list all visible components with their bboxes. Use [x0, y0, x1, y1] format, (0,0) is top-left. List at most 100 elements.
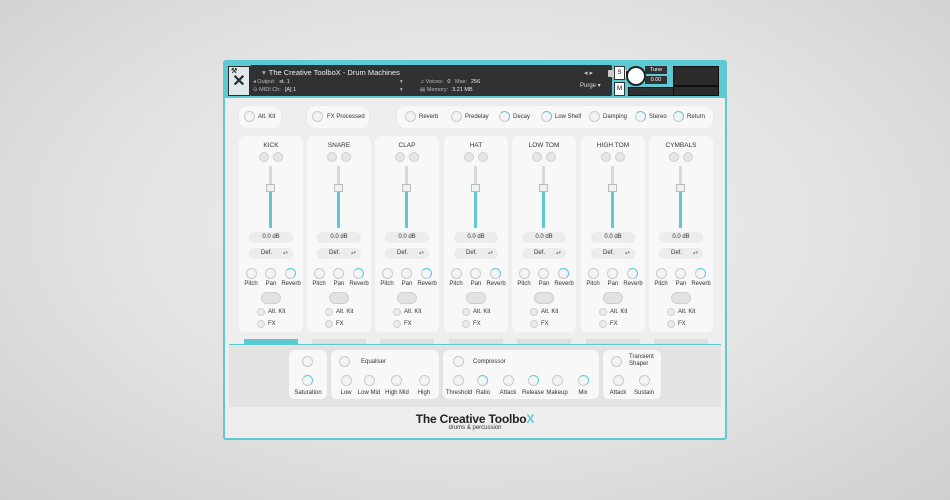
reverb-send-knob[interactable] [695, 268, 706, 279]
volume-fader-handle[interactable] [266, 184, 275, 192]
volume-readout[interactable]: 0.0 dB [385, 232, 429, 243]
articulation-selector[interactable]: Def. ▴▾ [591, 248, 635, 259]
volume-fader-handle[interactable] [539, 184, 548, 192]
articulation-selector[interactable]: Def. ▴▾ [385, 248, 429, 259]
alt-kit-radio[interactable] [257, 308, 265, 316]
return-knob[interactable] [673, 111, 684, 122]
mute-knob[interactable] [532, 152, 542, 162]
volume-readout[interactable]: 0.0 dB [249, 232, 293, 243]
ratio-knob[interactable] [477, 375, 488, 386]
output-dropdown-arrow[interactable]: ▾ [400, 79, 403, 85]
alt-kit-radio[interactable] [393, 308, 401, 316]
mute-button[interactable]: M [614, 82, 625, 96]
solo-knob[interactable] [546, 152, 556, 162]
fx-radio[interactable] [667, 320, 675, 328]
low-shelf-knob[interactable] [541, 111, 552, 122]
volume-fader-handle[interactable] [402, 184, 411, 192]
volume-fader-handle[interactable] [471, 184, 480, 192]
mute-knob[interactable] [395, 152, 405, 162]
solo-knob[interactable] [341, 152, 351, 162]
eq-low-mid-knob[interactable] [364, 375, 375, 386]
pitch-knob[interactable] [656, 268, 667, 279]
reverb-send-knob[interactable] [285, 268, 296, 279]
comp-attack-knob[interactable] [503, 375, 514, 386]
pitch-knob[interactable] [246, 268, 257, 279]
midi-dropdown-arrow[interactable]: ▾ [400, 87, 403, 93]
compressor-bypass-knob[interactable] [453, 356, 464, 367]
volume-readout[interactable]: 0.0 dB [522, 232, 566, 243]
channel-toggle[interactable] [534, 292, 554, 304]
solo-knob[interactable] [409, 152, 419, 162]
volume-readout[interactable]: 0.0 dB [317, 232, 361, 243]
predelay-knob[interactable] [451, 111, 462, 122]
volume-fader-handle[interactable] [608, 184, 617, 192]
alt-kit-radio[interactable] [462, 308, 470, 316]
pan-knob[interactable] [470, 268, 481, 279]
ts-attack-knob[interactable] [613, 375, 624, 386]
eq-low-knob[interactable] [341, 375, 352, 386]
pan-knob[interactable] [265, 268, 276, 279]
eq-high-knob[interactable] [419, 375, 430, 386]
reverb-send-knob[interactable] [421, 268, 432, 279]
prev-next-arrows[interactable]: ◂ ▸ [584, 69, 593, 77]
alt-kit-radio[interactable] [667, 308, 675, 316]
fx-radio[interactable] [462, 320, 470, 328]
reverb-knob[interactable] [405, 111, 416, 122]
articulation-selector[interactable]: Def. ▴▾ [659, 248, 703, 259]
pitch-knob[interactable] [519, 268, 530, 279]
decay-knob[interactable] [499, 111, 510, 122]
pan-knob[interactable] [538, 268, 549, 279]
stereo-knob[interactable] [635, 111, 646, 122]
volume-fader-handle[interactable] [334, 184, 343, 192]
saturation-bypass-knob[interactable] [302, 356, 313, 367]
reverb-send-knob[interactable] [490, 268, 501, 279]
channel-toggle[interactable] [261, 292, 281, 304]
volume-readout[interactable]: 0.0 dB [659, 232, 703, 243]
pan-knob[interactable] [401, 268, 412, 279]
tune-value[interactable]: 0.00 [645, 76, 667, 84]
pan-knob[interactable] [607, 268, 618, 279]
transient-bypass-knob[interactable] [611, 356, 622, 367]
solo-knob[interactable] [683, 152, 693, 162]
mix-knob[interactable] [578, 375, 589, 386]
saturation-knob[interactable] [302, 375, 313, 386]
eq-high-mid-knob[interactable] [391, 375, 402, 386]
ts-sustain-knob[interactable] [639, 375, 650, 386]
release-knob[interactable] [528, 375, 539, 386]
alt-kit-radio[interactable] [325, 308, 333, 316]
volume-fader-handle[interactable] [676, 184, 685, 192]
purge-button[interactable]: Purge ▾ [580, 82, 601, 89]
fx-radio[interactable] [530, 320, 538, 328]
reverb-send-knob[interactable] [353, 268, 364, 279]
damping-knob[interactable] [589, 111, 600, 122]
pitch-knob[interactable] [382, 268, 393, 279]
pitch-knob[interactable] [451, 268, 462, 279]
toolbox-logo-icon[interactable]: ⚒ ✕ [228, 66, 250, 96]
mute-knob[interactable] [259, 152, 269, 162]
pitch-knob[interactable] [314, 268, 325, 279]
tune-knob[interactable] [626, 66, 646, 86]
alt-kit-radio[interactable] [599, 308, 607, 316]
instrument-title[interactable]: ▾ The Creative ToolboX - Drum Machines [262, 68, 400, 77]
output-selector[interactable]: ◂ Output: st. 1 [253, 79, 290, 85]
articulation-selector[interactable]: Def. ▴▾ [454, 248, 498, 259]
solo-knob[interactable] [273, 152, 283, 162]
solo-knob[interactable] [615, 152, 625, 162]
mute-knob[interactable] [464, 152, 474, 162]
articulation-selector[interactable]: Def. ▴▾ [522, 248, 566, 259]
mute-knob[interactable] [669, 152, 679, 162]
mute-knob[interactable] [601, 152, 611, 162]
channel-toggle[interactable] [671, 292, 691, 304]
articulation-selector[interactable]: Def. ▴▾ [249, 248, 293, 259]
makeup-knob[interactable] [552, 375, 563, 386]
channel-toggle[interactable] [466, 292, 486, 304]
midi-channel-selector[interactable]: ⊙ MIDI Ch: [A] 1 [253, 87, 296, 93]
reverb-send-knob[interactable] [627, 268, 638, 279]
articulation-selector[interactable]: Def. ▴▾ [317, 248, 361, 259]
solo-button[interactable]: S [614, 66, 625, 80]
alt-kit-knob[interactable] [244, 111, 255, 122]
fx-radio[interactable] [599, 320, 607, 328]
fx-processed-knob[interactable] [312, 111, 323, 122]
threshold-knob[interactable] [453, 375, 464, 386]
channel-toggle[interactable] [397, 292, 417, 304]
